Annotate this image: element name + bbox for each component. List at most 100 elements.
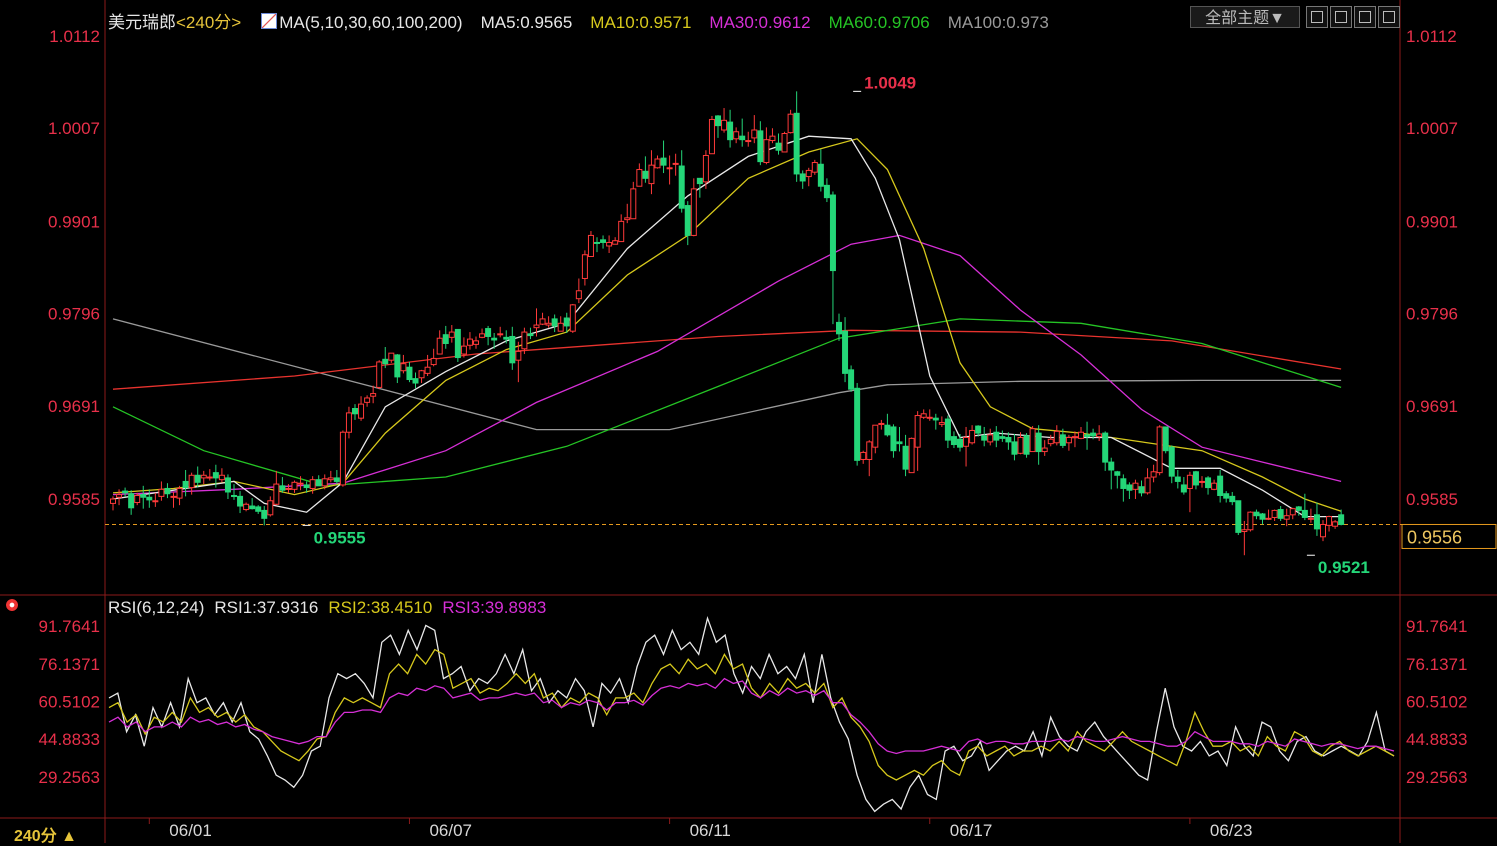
candle-body (218, 474, 225, 481)
candle-body (642, 170, 649, 179)
candle-body (1041, 447, 1048, 453)
candle-body (993, 431, 1000, 441)
candle-body (297, 482, 304, 485)
candle-body (146, 496, 153, 501)
candle-body (981, 435, 988, 441)
candle-body (430, 357, 437, 366)
candle-body (1253, 511, 1260, 517)
candle-body (811, 162, 818, 173)
candle-body (1065, 437, 1072, 444)
rsi-line-rsi1 (108, 615, 1395, 813)
candle-body (424, 366, 431, 374)
candle-body (1289, 508, 1296, 516)
candle-body (1120, 478, 1127, 489)
candle-body (836, 321, 842, 335)
candle-body (551, 318, 558, 327)
rsi-tick-right: 29.2563 (1406, 768, 1467, 787)
candle-body (243, 503, 250, 511)
ma-value-4: MA100:0.973 (947, 13, 1049, 32)
candle-body (315, 479, 322, 487)
candle-body (140, 494, 147, 498)
candle-body (606, 241, 613, 247)
candle-body (823, 184, 830, 199)
candle-body (400, 363, 407, 372)
candle-body (1005, 437, 1012, 443)
price-tick-left: 0.9585 (48, 490, 100, 509)
candle-body (1132, 482, 1139, 490)
candle-body (817, 163, 824, 187)
layout-play-icon[interactable] (1354, 6, 1376, 28)
candle-body (539, 318, 546, 325)
candle-body (1156, 426, 1163, 474)
candle-body (569, 304, 576, 332)
candle-body (309, 479, 316, 489)
candle-body (775, 142, 782, 151)
candle-body (618, 220, 625, 243)
candle-body (926, 416, 933, 419)
period-selector-button[interactable]: 240分 ▲ (14, 822, 77, 846)
candle-body (708, 118, 715, 155)
time-tick-label: 06/23 (1210, 821, 1253, 840)
candle-body (1023, 435, 1030, 455)
candle-body (1017, 437, 1024, 454)
candle-body (466, 338, 473, 346)
timeframe-label[interactable]: <240分> (176, 13, 241, 32)
price-tick-left: 1.0112 (49, 27, 100, 46)
candle-body (721, 119, 728, 131)
candle-body (1326, 516, 1333, 526)
theme-selector-button[interactable]: 全部主题▼ (1190, 6, 1300, 28)
candle-body (1271, 509, 1278, 518)
candle-body (370, 393, 377, 397)
candle-body (473, 340, 479, 345)
indicator-record-icon[interactable] (6, 599, 18, 611)
symbol-name[interactable]: 美元瑞郎 (108, 13, 176, 32)
candle-body (975, 425, 982, 434)
candle-body (878, 422, 885, 425)
candle-body (1283, 515, 1290, 520)
candle-body (485, 328, 492, 337)
ma-indicator-icon[interactable] (261, 13, 278, 29)
rsi-tick-right: 76.1371 (1406, 655, 1467, 674)
price-tick-right: 0.9691 (1406, 397, 1458, 416)
candle-body (1199, 480, 1205, 483)
candle-body (273, 483, 280, 505)
candle-body (969, 429, 976, 444)
candle-body (1053, 430, 1060, 444)
rsi-line-rsi2 (108, 648, 1395, 781)
candle-body (1138, 486, 1145, 494)
candle-body (1307, 517, 1314, 520)
candle-body (957, 438, 963, 448)
fullscreen-icon[interactable] (1378, 6, 1400, 28)
candle-body (1301, 509, 1308, 518)
time-tick-label: 06/07 (429, 821, 472, 840)
candle-body (1223, 493, 1230, 499)
candle-body (654, 158, 661, 169)
candle-body (715, 115, 721, 127)
candle-body (1211, 482, 1218, 490)
candle-body (479, 333, 486, 338)
rsi3-value: RSI3:39.8983 (442, 598, 547, 617)
rsi-tick-left: 91.7641 (39, 617, 100, 636)
candle-body (152, 500, 159, 503)
rsi-tick-right: 44.8833 (1406, 730, 1467, 749)
time-tick-label: 06/01 (169, 821, 212, 840)
candle-body (321, 478, 328, 487)
candle-body (491, 337, 498, 341)
ma-values: MA5:0.9565 MA10:0.9571 MA30:0.9612 MA60:0.9… (473, 13, 1059, 32)
candle-body (860, 451, 867, 460)
candle-body (733, 131, 740, 140)
candle-body (872, 424, 879, 448)
candle-body (503, 336, 510, 340)
price-tick-right: 1.0007 (1406, 119, 1458, 138)
rsi-tick-right: 91.7641 (1406, 617, 1467, 636)
layout-grid-icon[interactable] (1306, 6, 1328, 28)
candle-body (557, 322, 564, 332)
current-price-label: 0.9556 (1407, 527, 1462, 547)
layout-split-icon[interactable] (1330, 6, 1352, 28)
candle-body (521, 331, 528, 350)
candle-body (442, 334, 449, 344)
candle-body (739, 135, 746, 141)
candle-body (757, 130, 764, 163)
candle-body (1168, 446, 1175, 477)
rsi-params: RSI(6,12,24) (108, 598, 205, 617)
